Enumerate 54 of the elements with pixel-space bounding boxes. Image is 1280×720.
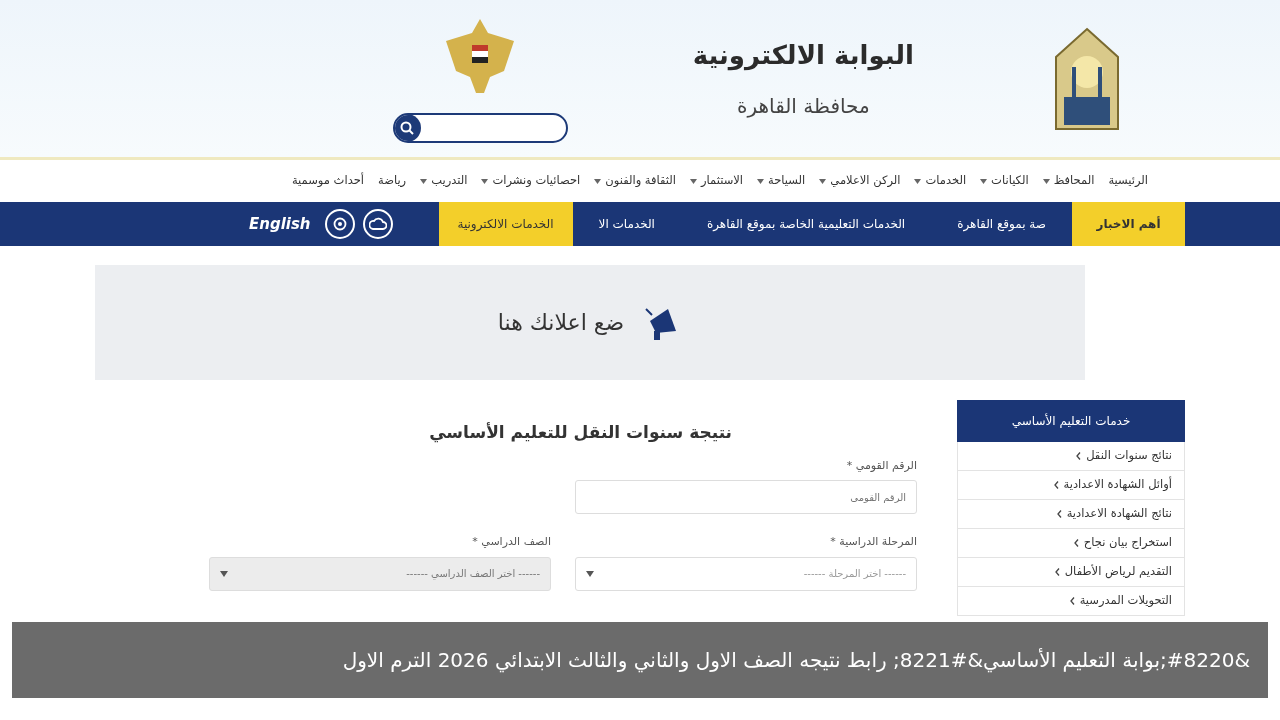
site-title: البوابة الالكترونية — [692, 39, 914, 73]
menu-item[interactable]: الثقافة والفنون — [605, 172, 677, 190]
caption-bar: &#8220;بوابة التعليم الأساسي&#8221; رابط نتيجه الصف الاول والثاني والثالث الابتدائي 2026 الترم الاول — [12, 622, 1268, 698]
chevron-icon — [1073, 539, 1079, 547]
chevron-icon — [1069, 597, 1075, 605]
menu-item[interactable]: احصائيات ونشرات — [492, 172, 581, 190]
cloud-button[interactable] — [362, 209, 393, 239]
cloud-icon — [368, 217, 387, 231]
caret-icon — [481, 178, 489, 184]
menu-item[interactable]: الخدمات — [925, 172, 967, 190]
news-ticker-text: الخدمات التعليمية الخاصة بموقع القاهرة — [705, 216, 907, 233]
select-value: ------ اختر الصف الدراسي ------ — [406, 567, 540, 581]
caret-icon — [1042, 178, 1050, 184]
caret-icon — [594, 178, 602, 184]
caret-icon — [819, 178, 827, 184]
chevron-icon — [1056, 510, 1062, 518]
form-title: نتيجة سنوات النقل للتعليم الأساسي — [428, 421, 733, 445]
caret-icon — [914, 178, 922, 184]
caret-icon — [420, 178, 428, 184]
caret-icon — [757, 178, 765, 184]
site-subtitle: محافظة القاهرة — [737, 93, 870, 120]
menu-item[interactable]: رياضة — [378, 172, 407, 190]
chevron-icon — [1053, 481, 1059, 489]
field-label: الرقم القومي * — [845, 457, 917, 474]
settings-icon — [332, 217, 347, 231]
menu-item[interactable]: المحافظ — [1053, 172, 1095, 190]
search-field[interactable] — [392, 112, 568, 143]
menu-item[interactable]: التدريب — [431, 172, 468, 190]
caret-icon — [220, 570, 228, 577]
menu-item[interactable]: أحداث موسمية — [291, 172, 364, 190]
menu-item[interactable]: الركن الاعلامي — [830, 172, 901, 190]
language-link[interactable]: English — [248, 212, 311, 236]
chevron-icon — [1076, 452, 1082, 460]
caret-icon — [690, 178, 698, 184]
ad-text: ضع اعلانك هنا — [497, 309, 625, 337]
news-ticker-text: الخدمات الا — [597, 216, 656, 233]
caret-icon — [586, 570, 594, 577]
settings-button[interactable] — [324, 209, 355, 239]
sidebar-header: خدمات التعليم الأساسي — [957, 400, 1185, 442]
menu-item[interactable]: السياحة — [768, 172, 806, 190]
menu-item[interactable]: الاستثمار — [701, 172, 744, 190]
input-field[interactable]: الرقم القومي — [575, 480, 917, 514]
eservices-tab[interactable]: الخدمات الالكترونية — [438, 202, 573, 246]
menu-item[interactable]: الرئيسية — [1108, 172, 1148, 190]
mosque-logo-icon — [1054, 26, 1120, 131]
search-icon — [399, 120, 414, 135]
field-label: الصف الدراسي * — [471, 534, 551, 550]
menu-item[interactable]: الكيانات — [991, 172, 1029, 190]
caret-icon — [980, 178, 988, 184]
select-value: ------ اختر المرحلة ------ — [803, 567, 906, 581]
news-ticker-text: صة بموقع القاهرة — [956, 216, 1047, 234]
field-label: المرحلة الدراسية * — [829, 534, 917, 550]
news-label: أهم الاخبار — [1072, 202, 1185, 246]
chevron-icon — [1054, 568, 1060, 576]
